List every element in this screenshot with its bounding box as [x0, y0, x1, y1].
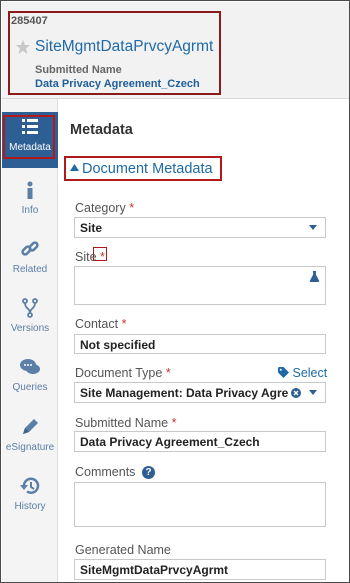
star-icon[interactable]: [15, 39, 31, 55]
contact-label: Contact *: [75, 317, 126, 331]
submitted-name-label-text: Submitted Name: [75, 416, 169, 430]
sidebar-item-label: Queries: [12, 382, 48, 393]
sidebar-item-esignature[interactable]: eSignature: [2, 412, 58, 468]
flask-icon[interactable]: [309, 271, 320, 282]
select-link[interactable]: Select: [278, 366, 327, 380]
submitted-name-field-value: Data Privacy Agreement_Czech: [80, 435, 260, 449]
generated-name-label: Generated Name: [75, 543, 171, 557]
document-type-label: Document Type *: [75, 366, 171, 380]
site-input[interactable]: [74, 266, 326, 305]
sidebar: Metadata Info Related Versions Queries e…: [2, 99, 58, 582]
category-select[interactable]: Site: [74, 217, 326, 238]
chevron-down-icon: [309, 225, 317, 230]
document-type-value: Site Management: Data Privacy Agre: [80, 386, 289, 400]
chat-icon: [20, 359, 40, 374]
category-label: Category *: [75, 201, 134, 215]
sidebar-item-label: eSignature: [5, 442, 55, 453]
required-highlight-box: [93, 247, 107, 261]
contact-value: Not specified: [80, 338, 156, 352]
sidebar-item-versions[interactable]: Versions: [2, 293, 58, 349]
sidebar-item-label: Info: [21, 205, 39, 216]
comments-label-text: Comments: [75, 465, 136, 479]
sidebar-item-queries[interactable]: Queries: [2, 352, 58, 408]
document-title[interactable]: SiteMgmtDataPrvcyAgrmt: [35, 38, 213, 56]
sidebar-item-label: History: [14, 501, 46, 512]
generated-name-input: SiteMgmtDataPrvcyAgrmt: [74, 559, 326, 580]
submitted-name-field-label: Submitted Name *: [75, 416, 176, 430]
sidebar-item-history[interactable]: History: [2, 471, 58, 527]
tag-icon: [278, 367, 289, 378]
info-icon: [27, 181, 33, 199]
document-type-select[interactable]: Site Management: Data Privacy Agre: [74, 382, 326, 403]
submitted-name-input[interactable]: Data Privacy Agreement_Czech: [74, 431, 326, 452]
document-metadata-toggle[interactable]: Document Metadata: [70, 161, 213, 177]
sidebar-item-label: Related: [12, 264, 48, 275]
required-marker: *: [165, 366, 171, 380]
chevron-down-icon: [309, 390, 317, 395]
submitted-name-value: Data Privacy Agreement_Czech: [35, 78, 200, 90]
required-marker: *: [121, 317, 127, 331]
category-value: Site: [80, 221, 103, 235]
sidebar-item-related[interactable]: Related: [2, 234, 58, 290]
branch-icon: [22, 298, 38, 318]
pen-icon: [23, 419, 38, 434]
caret-up-icon: [70, 164, 79, 171]
generated-name-value: SiteMgmtDataPrvcyAgrmt: [80, 563, 229, 577]
page-title: Metadata: [70, 122, 133, 138]
section-label: Document Metadata: [82, 161, 213, 177]
clear-icon[interactable]: [291, 388, 301, 398]
required-marker: *: [171, 416, 177, 430]
submitted-name-label: Submitted Name: [35, 64, 122, 76]
record-id: 285407: [11, 15, 48, 27]
sidebar-item-info[interactable]: Info: [2, 175, 58, 231]
sidebar-item-label: Versions: [10, 323, 50, 334]
help-icon[interactable]: ?: [142, 466, 155, 479]
contact-input[interactable]: Not specified: [74, 334, 326, 354]
comments-label: Comments: [75, 465, 135, 479]
select-link-label: Select: [292, 366, 328, 380]
comments-textarea[interactable]: [74, 482, 326, 527]
sidebar-highlight-box: [3, 115, 55, 159]
document-panel: 285407 SiteMgmtDataPrvcyAgrmt Submitted …: [0, 0, 350, 583]
history-icon: [20, 477, 40, 494]
required-marker: *: [129, 201, 135, 215]
document-type-label-text: Document Type: [75, 366, 163, 380]
contact-label-text: Contact: [75, 317, 119, 331]
generated-name-label-text: Generated Name: [75, 543, 171, 557]
link-icon: [21, 241, 39, 256]
category-label-text: Category: [75, 201, 126, 215]
